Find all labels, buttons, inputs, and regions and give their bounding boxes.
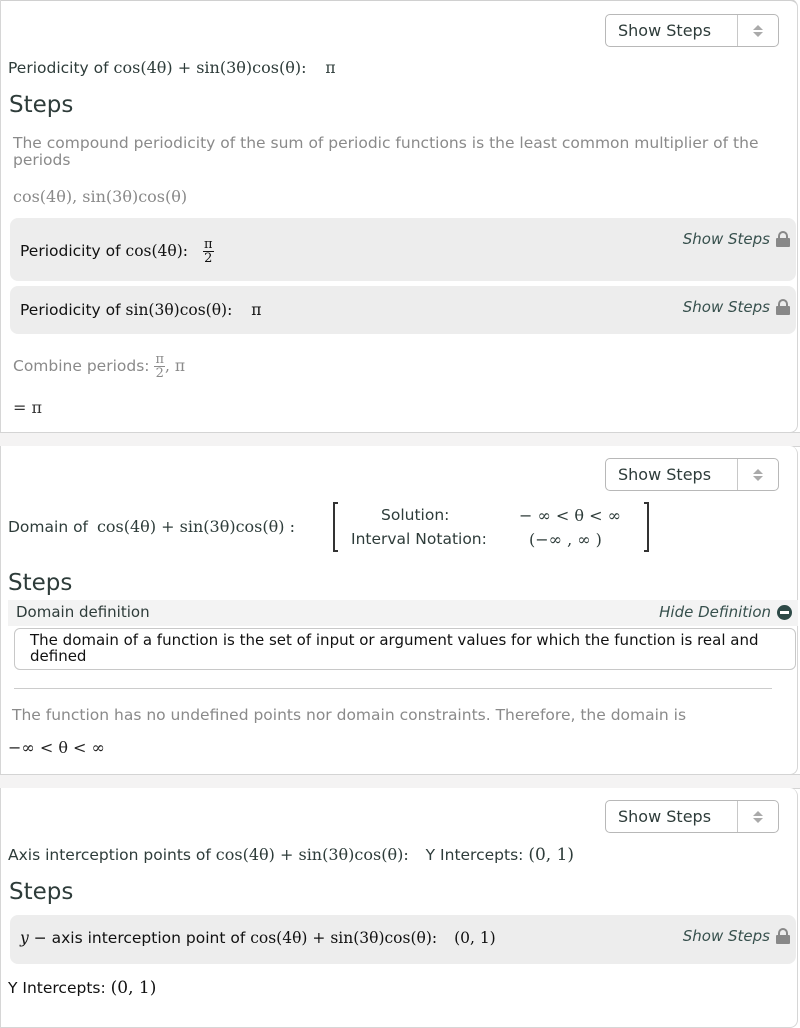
periodicity-result: π (325, 59, 336, 77)
intercepts-card: Show Steps Axis interception points of c… (0, 788, 798, 1028)
select-arrows-icon (737, 15, 778, 46)
interval-value: (−∞ , ∞ ) (529, 530, 602, 549)
combine-periods: Combine periods: π2, π (13, 353, 185, 380)
function-list: cos(4θ), sin(3θ)cos(θ) (13, 187, 188, 206)
fraction-numerator: π (154, 352, 165, 367)
show-steps-link[interactable]: Show Steps (683, 927, 790, 945)
right-bracket (644, 502, 649, 552)
hide-definition-button[interactable]: Hide Definition (659, 603, 792, 621)
domain-conclusion: The function has no undefined points nor… (12, 706, 687, 724)
fraction-numerator: π (202, 237, 214, 252)
y-intercepts-value: (0, 1) (528, 845, 575, 865)
substep-result: (0, 1) (454, 929, 496, 947)
show-steps-select[interactable]: Show Steps (605, 458, 779, 491)
substep-variable: y (20, 929, 29, 947)
substep-text: y − axis interception point of cos(4θ) +… (20, 929, 496, 947)
interval-label: Interval Notation: (351, 530, 487, 548)
substep-periodicity-sin: Periodicity of sin(3θ)cos(θ): π Show Ste… (10, 286, 796, 334)
select-label: Show Steps (618, 465, 712, 484)
title-prefix: Domain of (8, 518, 89, 536)
domain-result-matrix: Solution: − ∞ < θ < ∞ Interval Notation:… (333, 502, 649, 554)
intercepts-final: Y Intercepts: (0, 1) (8, 978, 156, 998)
definition-text: The domain of a function is the set of i… (30, 631, 759, 665)
substep-y-intercept: y − axis interception point of cos(4θ) +… (10, 915, 796, 964)
show-steps-select[interactable]: Show Steps (605, 14, 779, 47)
substep-function: sin(3θ)cos(θ): (125, 301, 233, 319)
periodicity-card: Show Steps Periodicity of cos(4θ) + sin(… (0, 0, 798, 433)
definition-box: The domain of a function is the set of i… (14, 628, 796, 670)
title-prefix: Periodicity of (8, 59, 109, 77)
fraction-denominator: 2 (155, 366, 164, 381)
substep-result-fraction: π2 (202, 237, 214, 266)
definition-title: Domain definition (16, 603, 150, 621)
left-bracket (333, 502, 338, 552)
combine-fraction: π2 (154, 353, 165, 380)
function-expression: cos(4θ) + sin(3θ)cos(θ) : (96, 517, 295, 536)
substep-text: Periodicity of sin(3θ)cos(θ): π (20, 301, 261, 319)
select-arrows-icon (737, 459, 778, 490)
function-expression: cos(4θ) + sin(3θ)cos(θ): (113, 58, 307, 77)
show-steps-link[interactable]: Show Steps (683, 298, 790, 316)
substep-prefix: Periodicity of (20, 301, 121, 319)
show-steps-label: Show Steps (682, 230, 770, 248)
substep-label: − axis interception point of (28, 929, 246, 947)
steps-heading: Steps (9, 879, 74, 905)
domain-final: −∞ < θ < ∞ (8, 738, 105, 757)
combine-label: Combine periods: (13, 357, 150, 375)
substep-prefix: Periodicity of (20, 242, 121, 260)
hide-definition-label: Hide Definition (659, 603, 771, 621)
final-label: Y Intercepts: (8, 979, 106, 997)
show-steps-link[interactable]: Show Steps (683, 230, 790, 248)
substep-result: π (251, 301, 262, 319)
select-label: Show Steps (618, 21, 712, 40)
divider-line (14, 688, 772, 689)
show-steps-select[interactable]: Show Steps (605, 800, 779, 833)
fraction-denominator: 2 (204, 251, 213, 266)
periodicity-title: Periodicity of cos(4θ) + sin(3θ)cos(θ): … (8, 58, 336, 77)
definition-header: Domain definition Hide Definition (8, 600, 798, 626)
intercepts-title: Axis interception points of cos(4θ) + si… (8, 845, 574, 865)
explanation-text: The compound periodicity of the sum of p… (13, 134, 759, 169)
select-label: Show Steps (618, 807, 712, 826)
title-prefix: Axis interception points of (8, 846, 211, 864)
lock-icon (776, 928, 790, 944)
substep-periodicity-cos: Periodicity of cos(4θ): π2 Show Steps (10, 218, 796, 281)
show-steps-label: Show Steps (682, 298, 770, 316)
substep-function: cos(4θ) + sin(3θ)cos(θ): (250, 929, 438, 947)
final-value: (0, 1) (110, 978, 157, 998)
substep-text: Periodicity of cos(4θ): π2 (20, 238, 214, 265)
section-divider (0, 432, 800, 447)
combine-rest: , π (165, 357, 186, 375)
domain-title: Domain of cos(4θ) + sin(3θ)cos(θ) : (8, 517, 295, 536)
solution-value: − ∞ < θ < ∞ (519, 506, 621, 525)
substep-function: cos(4θ): (125, 242, 189, 260)
lock-icon (776, 299, 790, 315)
steps-heading: Steps (9, 92, 74, 118)
function-expression: cos(4θ) + sin(3θ)cos(θ): (215, 845, 409, 864)
y-intercepts-label: Y Intercepts: (425, 846, 524, 864)
minus-circle-icon (777, 604, 792, 620)
solution-label: Solution: (381, 506, 450, 524)
periodicity-final: = π (13, 398, 43, 417)
section-divider (0, 774, 800, 789)
select-arrows-icon (737, 801, 778, 832)
lock-icon (776, 231, 790, 247)
show-steps-label: Show Steps (682, 927, 770, 945)
steps-heading: Steps (8, 570, 73, 596)
